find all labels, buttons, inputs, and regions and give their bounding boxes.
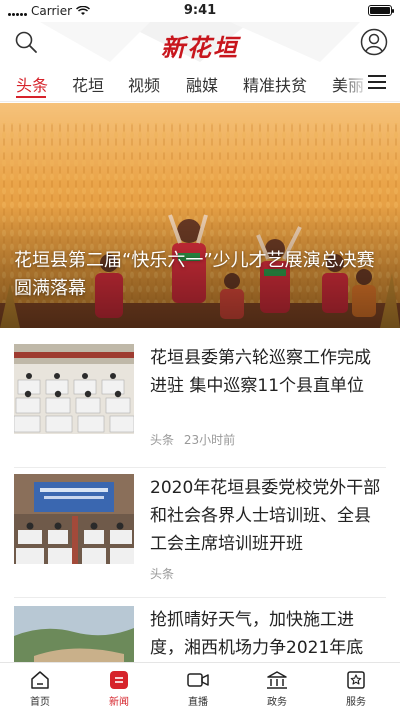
news-item[interactable]: 2020年花垣县委党校党外干部和社会各界人士培训班、全县工会主席培训班开班 头条 [14, 474, 386, 598]
nav-home[interactable]: 首页 [10, 669, 70, 708]
app-logo: 新花垣 [161, 33, 239, 62]
clock: 9:41 [183, 3, 217, 18]
bottom-navigation: 首页 新闻 直播 政务 服务 [0, 662, 400, 710]
nav-news[interactable]: 新闻 [89, 669, 149, 708]
news-title: 2020年花垣县委党校党外干部和社会各界人士培训班、全县工会主席培训班开班 [150, 478, 381, 554]
government-icon [267, 671, 287, 689]
category-tabs: 头条 花垣 视频 融媒 精准扶贫 美丽 [0, 62, 400, 102]
tab-huayuan[interactable]: 花垣 [72, 72, 104, 96]
news-meta: 头条 23小时前 [150, 431, 235, 448]
home-icon [31, 671, 49, 689]
nav-live[interactable]: 直播 [168, 669, 228, 708]
tab-headlines[interactable]: 头条 [16, 72, 48, 96]
news-source: 头条 [150, 567, 175, 581]
news-time: 23小时前 [183, 433, 236, 447]
hero-title: 花垣县第二届“快乐六一”少儿才艺展演总决赛圆满落幕 [14, 250, 375, 299]
service-icon [347, 671, 365, 689]
nav-government-label: 政务 [267, 697, 287, 708]
status-bar: Carrier 9:41 [0, 0, 400, 22]
tab-video[interactable]: 视频 [128, 72, 160, 96]
nav-home-label: 首页 [30, 697, 50, 708]
user-profile-icon [360, 28, 388, 56]
news-item[interactable]: 花垣县委第六轮巡察工作完成进驻 集中巡察11个县直单位 头条 23小时前 [14, 344, 386, 468]
nav-live-label: 直播 [188, 697, 208, 708]
tab-media[interactable]: 融媒 [186, 72, 218, 96]
hero-banner[interactable]: 花垣县第二届“快乐六一”少儿才艺展演总决赛圆满落幕 [0, 103, 400, 328]
live-icon [187, 673, 209, 687]
news-icon [110, 671, 128, 689]
news-title: 抢抓晴好天气，加快施工进度，湘西机场力争2021年底 [150, 610, 364, 658]
active-tab-indicator [16, 96, 46, 98]
battery-icon [368, 5, 394, 16]
app-header: 新花垣 [0, 22, 400, 62]
news-source: 头条 [150, 433, 175, 447]
profile-button[interactable] [358, 26, 390, 58]
nav-news-label: 新闻 [109, 697, 129, 708]
tabs-fade [340, 62, 370, 101]
nav-service-label: 服务 [346, 697, 366, 708]
news-meta: 头条 [150, 565, 174, 582]
menu-icon[interactable] [368, 70, 392, 94]
news-thumbnail [14, 474, 134, 564]
news-title: 花垣县委第六轮巡察工作完成进驻 集中巡察11个县直单位 [150, 348, 371, 396]
nav-government[interactable]: 政务 [247, 669, 307, 708]
news-thumbnail [14, 344, 134, 434]
nav-service[interactable]: 服务 [326, 669, 386, 708]
tab-poverty-alleviation[interactable]: 精准扶贫 [243, 72, 307, 96]
